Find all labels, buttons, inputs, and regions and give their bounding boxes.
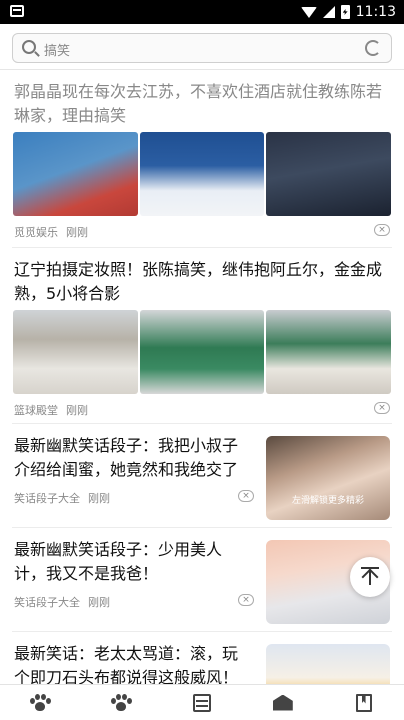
tab-inbox[interactable] — [242, 685, 323, 720]
search-bar: 搞笑 — [0, 24, 404, 70]
news-source: 笑话段子大全 — [14, 492, 80, 505]
dismiss-icon[interactable]: × — [238, 594, 254, 606]
paw-icon — [30, 693, 52, 712]
tab-discover[interactable] — [81, 685, 162, 720]
news-image — [139, 310, 265, 394]
tab-bookmarks[interactable] — [323, 685, 404, 720]
news-image — [266, 310, 392, 394]
news-item[interactable]: 最新幽默笑话段子：少用美人计，我又不是我爸！ 笑话段子大全 刚刚 × — [0, 528, 404, 632]
news-source: 笑话段子大全 — [14, 596, 80, 609]
news-thumbnail[interactable]: 左滑解锁更多精彩 — [266, 436, 390, 520]
thumb-caption: 左滑解锁更多精彩 — [291, 496, 364, 506]
news-images — [13, 132, 392, 216]
news-item[interactable]: 最新笑话：老太太骂道：滚，玩个即刀石头布都说得这般威风！ — [0, 632, 404, 684]
wifi-icon — [300, 6, 317, 18]
news-time: 刚刚 — [88, 492, 110, 505]
news-item[interactable]: 辽宁拍摄定妆照！张陈搞笑，继伟抱阿丘尔，金金成熟，5小将合影 篮球殿堂 刚刚 × — [0, 248, 404, 424]
news-meta: 篮球殿堂 刚刚 — [14, 402, 88, 418]
news-image — [13, 132, 138, 216]
signal-icon — [322, 6, 335, 18]
news-time: 刚刚 — [66, 404, 88, 417]
news-image — [266, 132, 392, 216]
news-source: 篮球殿堂 — [14, 404, 58, 417]
status-bar: 11:13 — [0, 0, 404, 24]
news-title: 辽宁拍摄定妆照！张陈搞笑，继伟抱阿丘尔，金金成熟，5小将合影 — [14, 260, 383, 303]
back-to-top-button[interactable] — [350, 557, 390, 597]
inbox-icon — [272, 694, 293, 711]
news-title: 最新幽默笑话段子：我把小叔子介绍给闺蜜，她竟然和我绝交了 — [14, 436, 239, 479]
news-item[interactable]: 最新幽默笑话段子：我把小叔子介绍给闺蜜，她竟然和我绝交了 笑话段子大全 刚刚 × … — [0, 424, 404, 528]
clock: 11:13 — [355, 4, 396, 20]
news-images — [13, 310, 392, 394]
news-time: 刚刚 — [66, 226, 88, 239]
dismiss-icon[interactable]: × — [374, 402, 390, 414]
dismiss-icon[interactable]: × — [374, 224, 390, 236]
news-title: 最新幽默笑话段子：少用美人计，我又不是我爸！ — [14, 540, 223, 583]
tab-list[interactable] — [162, 685, 243, 720]
bookmark-icon — [355, 693, 372, 712]
dismiss-icon[interactable]: × — [238, 490, 254, 502]
news-meta: 觅觅娱乐 刚刚 — [14, 224, 88, 240]
arrow-up-icon — [361, 567, 379, 585]
search-input[interactable]: 搞笑 — [12, 33, 392, 63]
refresh-icon[interactable] — [365, 40, 381, 56]
tab-home[interactable] — [0, 685, 81, 720]
search-icon — [22, 40, 36, 54]
news-title: 郭晶晶现在每次去江苏，不喜欢住酒店就住教练陈若琳家，理由搞笑 — [14, 82, 383, 125]
news-meta: 笑话段子大全 刚刚 — [14, 594, 110, 610]
bottom-tab-bar — [0, 684, 404, 720]
search-placeholder: 搞笑 — [44, 44, 71, 59]
paw-icon — [111, 693, 133, 712]
notification-icon — [10, 5, 24, 17]
news-thumbnail[interactable] — [266, 644, 390, 684]
menu-icon — [192, 693, 211, 712]
news-time: 刚刚 — [88, 596, 110, 609]
news-source: 觅觅娱乐 — [14, 226, 58, 239]
news-image — [139, 132, 265, 216]
news-meta: 笑话段子大全 刚刚 — [14, 490, 110, 506]
news-title: 最新笑话：老太太骂道：滚，玩个即刀石头布都说得这般威风！ — [14, 644, 239, 684]
news-item[interactable]: 郭晶晶现在每次去江苏，不喜欢住酒店就住教练陈若琳家，理由搞笑 觅觅娱乐 刚刚 × — [0, 70, 404, 248]
battery-icon — [340, 5, 350, 19]
news-feed: 郭晶晶现在每次去江苏，不喜欢住酒店就住教练陈若琳家，理由搞笑 觅觅娱乐 刚刚 × … — [0, 70, 404, 684]
news-image — [13, 310, 138, 394]
